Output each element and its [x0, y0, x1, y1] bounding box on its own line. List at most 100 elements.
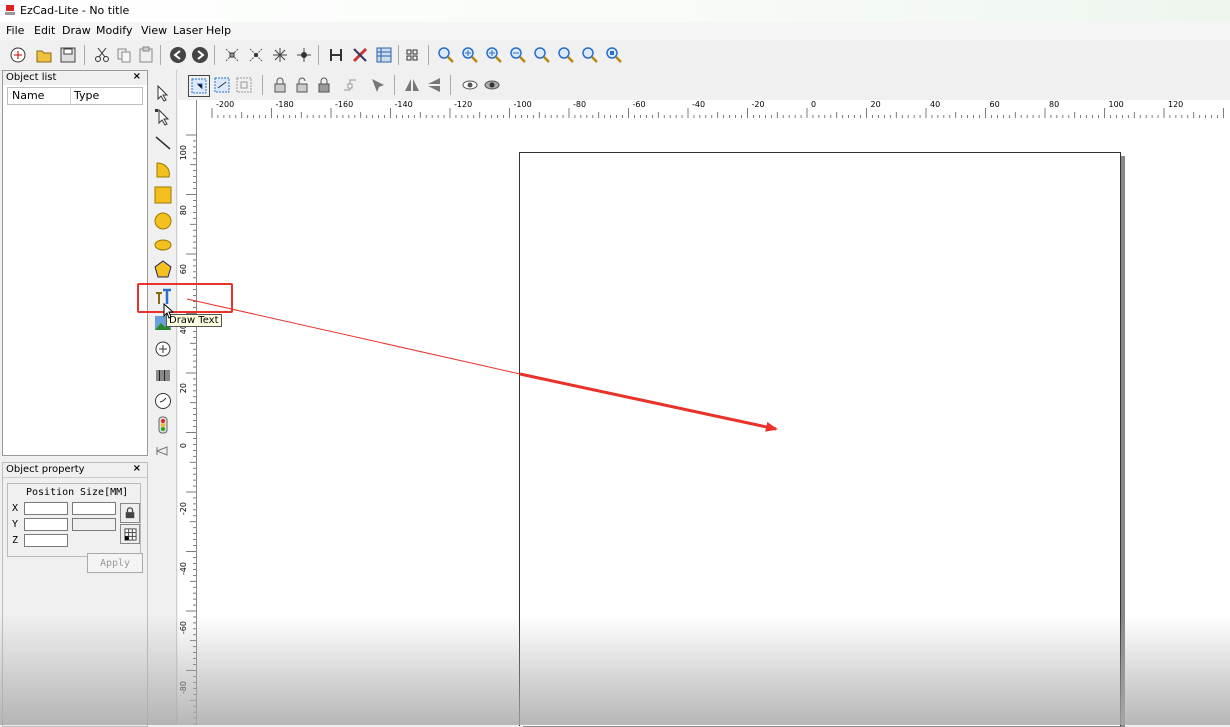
zoom-in-button[interactable]	[460, 45, 480, 65]
mirror-horizontal-button[interactable]	[402, 75, 422, 95]
node-select-button[interactable]	[246, 45, 266, 65]
h-ruler-label: -100	[513, 100, 532, 109]
h-ruler-label: 100	[1108, 100, 1124, 109]
menu-edit[interactable]: Edit	[34, 24, 55, 37]
h-ruler-label: -40	[692, 100, 706, 109]
pointer-move-button[interactable]	[368, 75, 388, 95]
redo-arrow-icon	[192, 47, 208, 63]
vector-file-tool-button[interactable]	[152, 338, 174, 360]
object-list-close-button[interactable]: ×	[133, 71, 141, 82]
node-edit-button[interactable]	[222, 45, 242, 65]
base-point-button[interactable]	[120, 524, 140, 544]
draw-toolbar	[148, 70, 177, 725]
position-y-field[interactable]	[24, 518, 68, 531]
curve-tool-button[interactable]	[152, 158, 174, 180]
list-view-button[interactable]	[374, 45, 394, 65]
size-y-field[interactable]	[72, 518, 116, 531]
grid-select-button[interactable]	[234, 75, 254, 95]
y-label: Y	[12, 519, 19, 530]
size-x-field[interactable]	[72, 502, 116, 515]
new-file-button[interactable]	[8, 45, 28, 65]
menu-help[interactable]: Help	[206, 24, 231, 37]
polygon-tool-button[interactable]	[152, 258, 174, 280]
column-type-header[interactable]: Type	[74, 89, 99, 102]
select-tool-button[interactable]	[152, 82, 174, 104]
unlock-all-button[interactable]	[314, 75, 334, 95]
redo-button[interactable]	[190, 45, 210, 65]
barcode-tool-button[interactable]	[152, 366, 174, 388]
zoom-select-button[interactable]	[556, 45, 576, 65]
undo-button[interactable]	[168, 45, 188, 65]
array-button[interactable]	[404, 45, 424, 65]
zoom-out-button[interactable]	[508, 45, 528, 65]
x-label: X	[12, 503, 19, 514]
parameter-button[interactable]	[350, 45, 370, 65]
zoom-object-button[interactable]	[604, 45, 624, 65]
cut-button[interactable]	[92, 45, 112, 65]
title-bar: EzCad-Lite - No title	[0, 0, 1230, 22]
timer-tool-button[interactable]	[152, 390, 174, 412]
ellipse-icon	[154, 239, 172, 251]
traffic-light-icon	[158, 416, 168, 434]
open-file-button[interactable]	[34, 45, 54, 65]
node-cross-button[interactable]	[294, 45, 314, 65]
position-label: Position	[26, 487, 75, 498]
pen-connect-button[interactable]	[340, 75, 360, 95]
hide-button[interactable]	[482, 75, 502, 95]
menu-modify[interactable]: Modify	[96, 24, 132, 37]
zoom-workspace-icon	[582, 47, 598, 63]
save-file-button[interactable]	[58, 45, 78, 65]
show-button[interactable]	[460, 75, 480, 95]
lock-ratio-button[interactable]	[120, 503, 140, 523]
menu-bar: File Edit Draw Modify View Laser Help	[0, 22, 1230, 40]
column-name-header[interactable]: Name	[12, 89, 44, 102]
object-list-title: Object list	[6, 72, 57, 83]
invert-select-button[interactable]	[212, 75, 232, 95]
padlock-open-icon	[296, 77, 308, 93]
zoom-workspace-button[interactable]	[580, 45, 600, 65]
paste-button[interactable]	[136, 45, 156, 65]
output-port-tool-button[interactable]	[152, 440, 174, 462]
menu-draw[interactable]: Draw	[62, 24, 91, 37]
ellipse-tool-button[interactable]	[152, 234, 174, 256]
input-port-tool-button[interactable]	[152, 414, 174, 436]
mouse-cursor-icon	[163, 303, 174, 319]
circle-tool-button[interactable]	[152, 210, 174, 232]
node-tool-button[interactable]	[152, 106, 174, 128]
menu-file[interactable]: File	[6, 24, 24, 37]
pointer-arrow-icon	[157, 84, 169, 102]
object-property-title: Object property	[6, 464, 85, 475]
mirror-vertical-icon	[428, 78, 440, 92]
eye-open-icon	[462, 80, 478, 90]
zoom-all-button[interactable]	[484, 45, 504, 65]
position-z-field[interactable]	[24, 534, 68, 547]
node-star-button[interactable]	[270, 45, 290, 65]
v-ruler-label: 100	[179, 145, 188, 161]
menu-view[interactable]: View	[141, 24, 167, 37]
object-property-close-button[interactable]: ×	[133, 463, 141, 474]
rectangle-tool-button[interactable]	[152, 184, 174, 206]
mirror-horizontal-icon	[405, 79, 419, 91]
node-pointer-icon	[155, 108, 170, 126]
mirror-vertical-button[interactable]	[424, 75, 444, 95]
menu-laser[interactable]: Laser	[173, 24, 203, 37]
select-all-button[interactable]	[188, 75, 210, 97]
object-property-header: Object property ×	[3, 463, 147, 478]
lock-button[interactable]	[270, 75, 290, 95]
zoom-fit-icon	[534, 47, 550, 63]
h-ruler-label: -120	[454, 100, 473, 109]
zoom-button[interactable]	[436, 45, 456, 65]
tools-icon	[352, 47, 368, 63]
invert-select-icon	[214, 77, 230, 93]
line-tool-button[interactable]	[152, 132, 174, 154]
unlock-button[interactable]	[292, 75, 312, 95]
copy-button[interactable]	[114, 45, 134, 65]
hatch-button[interactable]	[326, 45, 346, 65]
apply-button[interactable]: Apply	[87, 553, 143, 573]
array-grid-icon	[406, 49, 418, 61]
h-ruler-label: 120	[1168, 100, 1184, 109]
apply-label: Apply	[99, 558, 131, 569]
position-x-field[interactable]	[24, 502, 68, 515]
zoom-fit-button[interactable]	[532, 45, 552, 65]
object-list-columns: Name Type	[7, 87, 143, 105]
